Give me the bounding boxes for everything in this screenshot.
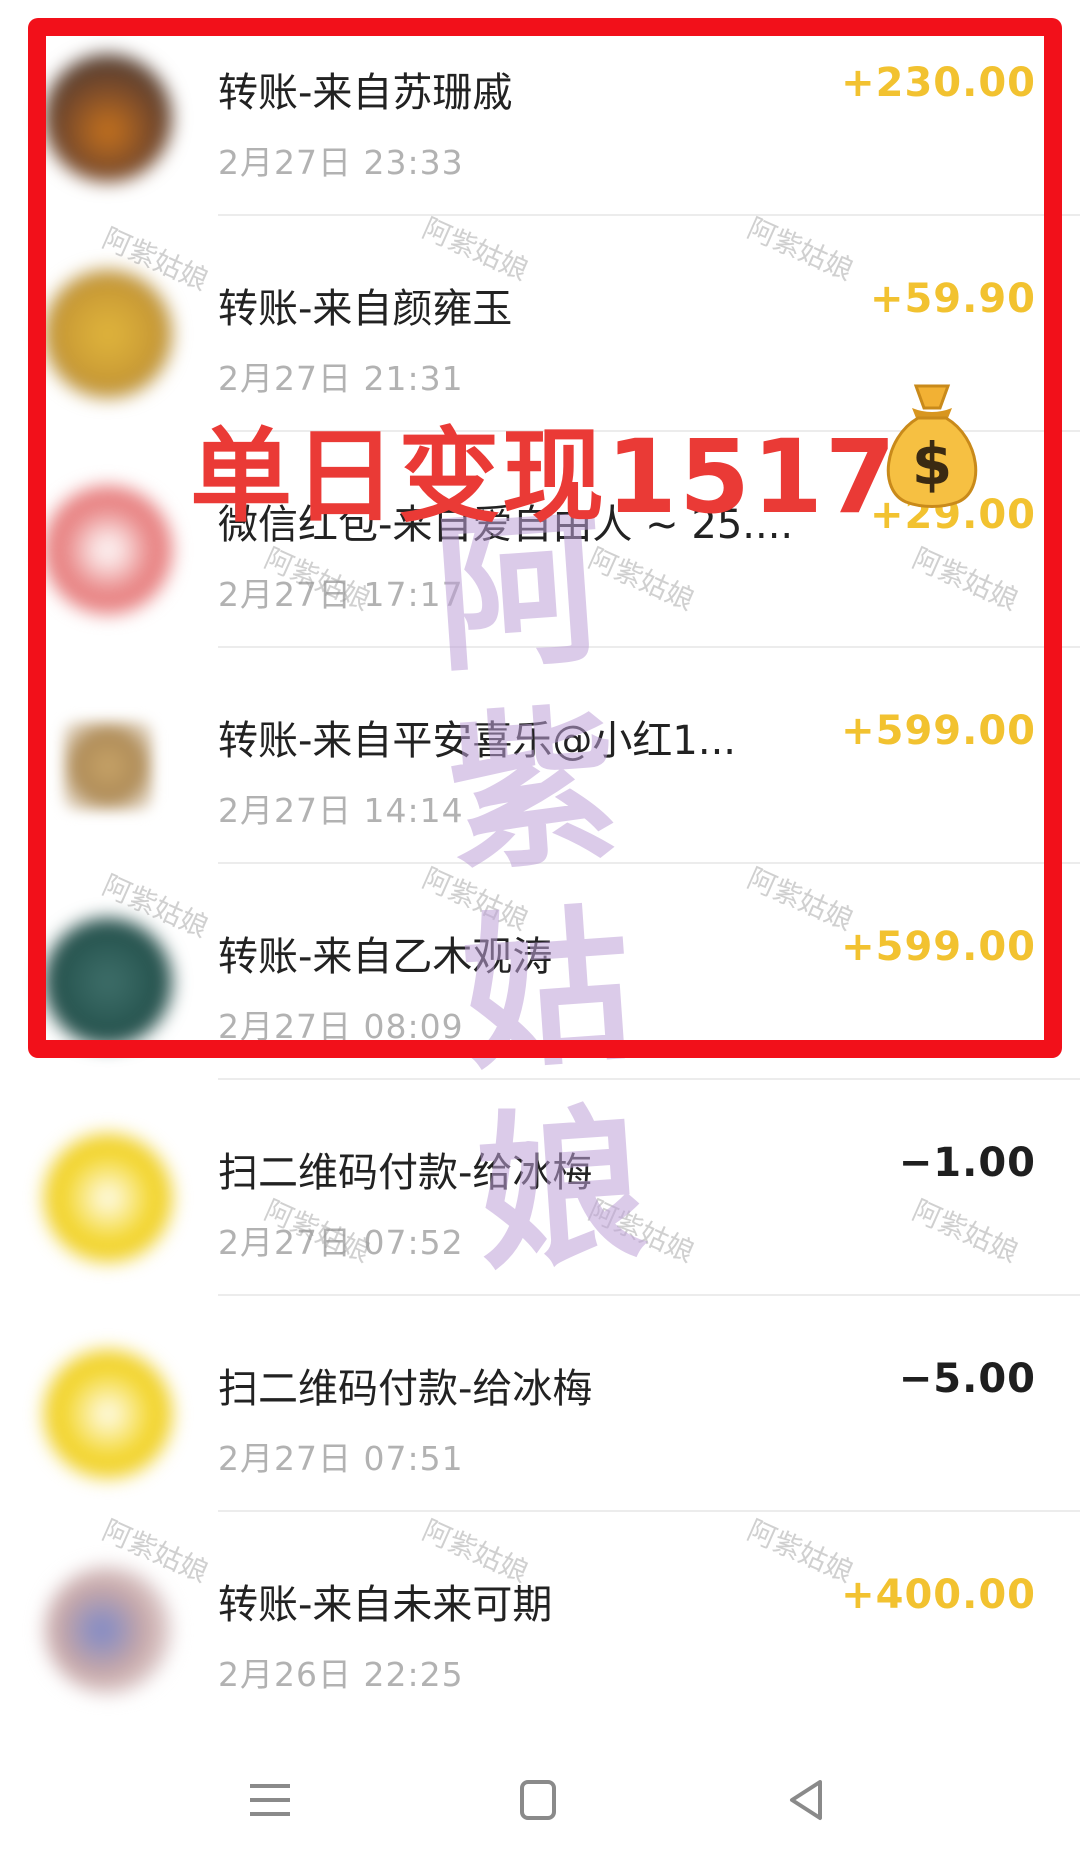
transaction-time: 2月27日 14:14 <box>218 791 464 830</box>
transaction-amount: +599.00 <box>841 708 1036 754</box>
avatar <box>44 54 172 182</box>
avatar <box>63 721 153 811</box>
transaction-amount: +59.90 <box>869 276 1036 322</box>
transaction-time: 2月26日 22:25 <box>218 1655 464 1694</box>
transaction-row[interactable]: 转账-来自苏珊戚 2月27日 23:33 +230.00 <box>0 0 1080 216</box>
transaction-time: 2月27日 21:31 <box>218 359 464 398</box>
transaction-title: 转账-来自乙木观涛 <box>218 934 553 980</box>
avatar <box>44 1134 172 1262</box>
avatar <box>44 270 172 398</box>
transaction-title: 转账-来自平安喜乐@小红1... <box>218 718 737 764</box>
transaction-row[interactable]: 扫二维码付款-给冰梅 2月27日 07:51 −5.00 <box>0 1296 1080 1512</box>
svg-text:$: $ <box>912 430 952 498</box>
transaction-title: 转账-来自颜雍玉 <box>218 286 513 332</box>
transaction-amount: +599.00 <box>841 924 1036 970</box>
menu-icon[interactable] <box>240 1770 300 1830</box>
avatar <box>44 1350 172 1478</box>
overlay-headline: 单日变现1517 <box>190 418 898 537</box>
transaction-title: 转账-来自未来可期 <box>218 1582 553 1628</box>
transaction-amount: −1.00 <box>898 1140 1036 1186</box>
transaction-title: 转账-来自苏珊戚 <box>218 70 513 116</box>
transaction-row[interactable]: 转账-来自乙木观涛 2月27日 08:09 +599.00 <box>0 864 1080 1080</box>
avatar <box>44 486 172 614</box>
transaction-amount: +400.00 <box>841 1572 1036 1618</box>
avatar <box>44 918 172 1046</box>
back-triangle-icon[interactable] <box>776 1770 836 1830</box>
transaction-title: 扫二维码付款-给冰梅 <box>218 1366 593 1412</box>
transaction-time: 2月27日 23:33 <box>218 143 464 182</box>
money-bag-icon: $ <box>886 384 978 508</box>
transaction-time: 2月27日 17:17 <box>218 575 464 614</box>
transaction-time: 2月27日 07:52 <box>218 1223 464 1262</box>
transaction-row[interactable]: 转账-来自平安喜乐@小红1... 2月27日 14:14 +599.00 <box>0 648 1080 864</box>
transaction-row[interactable]: 扫二维码付款-给冰梅 2月27日 07:52 −1.00 <box>0 1080 1080 1296</box>
transaction-time: 2月27日 08:09 <box>218 1007 464 1046</box>
transaction-title: 扫二维码付款-给冰梅 <box>218 1150 593 1196</box>
home-square-icon[interactable] <box>508 1770 568 1830</box>
transaction-time: 2月27日 07:51 <box>218 1439 464 1478</box>
transaction-row[interactable]: 转账-来自未来可期 2月26日 22:25 +400.00 <box>0 1512 1080 1728</box>
transaction-amount: −5.00 <box>898 1356 1036 1402</box>
system-nav-bar <box>0 1740 1080 1860</box>
transaction-amount: +230.00 <box>841 60 1036 106</box>
avatar <box>44 1566 172 1694</box>
